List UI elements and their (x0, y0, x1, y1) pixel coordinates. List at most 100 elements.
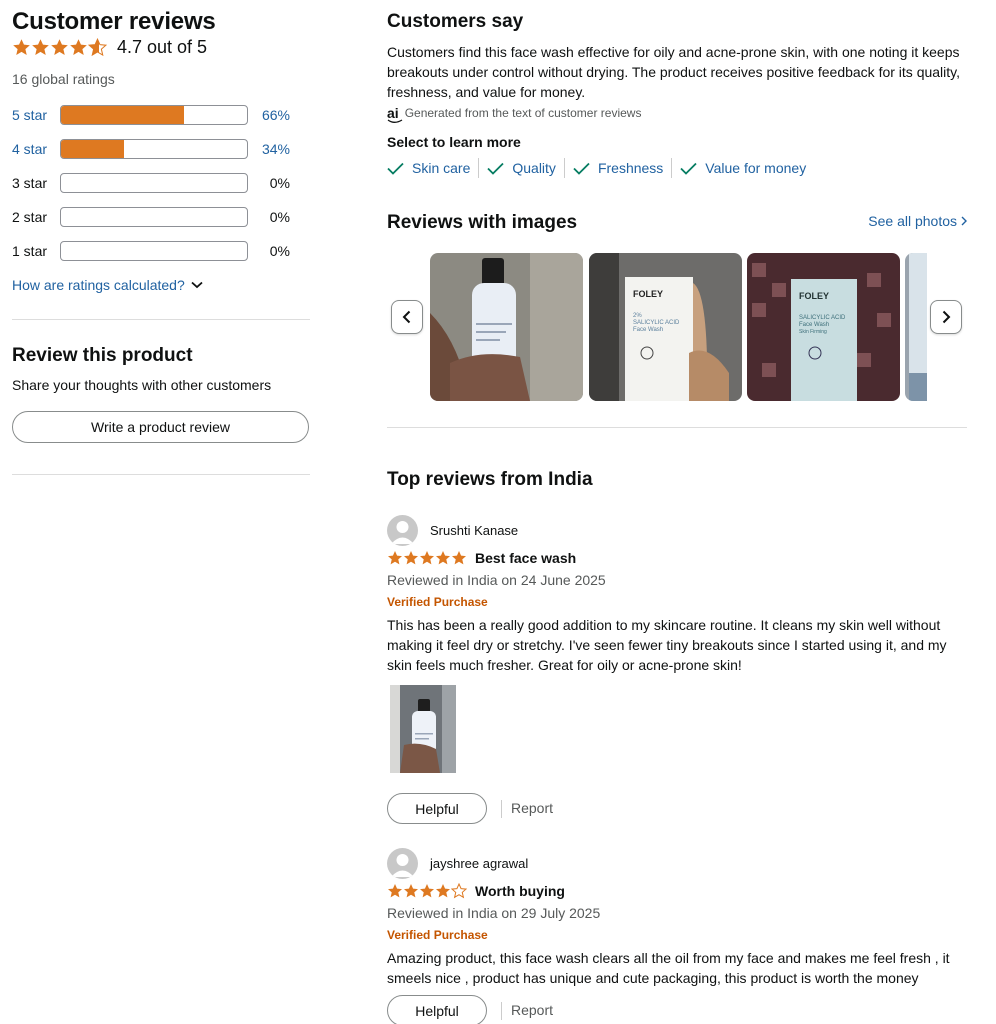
rating-stars (12, 38, 107, 57)
histogram-bar (60, 173, 248, 193)
reviewer-name[interactable]: jayshree agrawal (430, 856, 528, 871)
aspect-label[interactable]: Freshness (598, 160, 663, 176)
chevron-right-icon (961, 216, 967, 226)
how-ratings-calculated-link[interactable]: How are ratings calculated? (12, 277, 203, 293)
review-photo-thumbnail[interactable] (905, 253, 927, 401)
helpful-button[interactable]: Helpful (387, 995, 487, 1024)
product-label-product: Face Wash (633, 327, 663, 333)
histogram-bar (60, 207, 248, 227)
star-empty-icon (451, 883, 467, 899)
aspect-chip-skin-care[interactable]: Skin care (387, 160, 478, 176)
report-link[interactable]: Report (511, 1002, 553, 1018)
star-full-icon (51, 39, 68, 56)
histogram-label[interactable]: 4 star (12, 141, 60, 157)
customer-reviews-heading: Customer reviews (12, 8, 216, 35)
histogram-percent[interactable]: 34% (250, 141, 290, 157)
reviewer-profile[interactable]: jayshree agrawal (387, 848, 528, 879)
histogram-label: 3 star (12, 175, 48, 191)
review-photo-thumbnail[interactable] (390, 685, 456, 773)
star-half-icon (88, 38, 107, 57)
helpful-button[interactable]: Helpful (387, 793, 487, 824)
histogram-bar-fill (61, 106, 184, 124)
review-photo-thumbnail[interactable]: FOLEY 2% SALICYLIC ACID Face Wash (589, 253, 742, 401)
report-link[interactable]: Report (511, 800, 553, 816)
action-separator (501, 1002, 502, 1020)
user-icon (391, 854, 414, 877)
top-reviews-heading: Top reviews from India (387, 469, 593, 490)
see-all-photos-label[interactable]: See all photos (868, 213, 957, 229)
divider (12, 319, 310, 320)
action-separator (501, 800, 502, 818)
carousel-prev-button[interactable] (391, 300, 423, 334)
star-full-icon (436, 884, 450, 898)
reviews-with-images-heading: Reviews with images (387, 212, 578, 233)
aspect-chip-freshness[interactable]: Freshness (573, 160, 671, 176)
chip-separator (563, 158, 565, 178)
verified-purchase-badge: Verified Purchase (387, 595, 488, 609)
review-product-subtitle: Share your thoughts with other customers (12, 377, 272, 393)
checkmark-icon (387, 162, 404, 175)
customers-say-heading: Customers say (387, 11, 524, 32)
star-full-icon (436, 551, 450, 565)
review-body: Amazing product, this face wash clears a… (387, 950, 950, 986)
checkmark-icon (573, 162, 590, 175)
star-full-icon (388, 551, 402, 565)
product-photo-image: FOLEY SALICYLIC ACID Face Wash Skin Firm… (747, 253, 900, 401)
aspect-chip-quality[interactable]: Quality (487, 160, 564, 176)
checkmark-icon (680, 162, 697, 175)
histogram-label: 2 star (12, 209, 48, 225)
histogram-bar[interactable] (60, 139, 248, 159)
chevron-left-icon (402, 310, 411, 324)
reviewer-profile[interactable]: Srushti Kanase (387, 515, 518, 546)
review-rating[interactable]: Worth buying (387, 883, 565, 899)
rating-text: 4.7 out of 5 (117, 37, 208, 57)
review-title[interactable]: Best face wash (475, 550, 576, 566)
histogram-row-2-star: 2 star 0% (12, 206, 302, 228)
ai-note-text: Generated from the text of customer revi… (404, 106, 642, 120)
product-label-percent: 2% (633, 313, 642, 319)
review-photo-thumbnail[interactable] (430, 253, 583, 401)
ai-generated-note: ai Generated from the text of customer r… (387, 105, 642, 123)
histogram-bar-fill (61, 140, 125, 158)
carousel-next-button[interactable] (930, 300, 962, 334)
histogram-row-5-star[interactable]: 5 star 66% (12, 104, 302, 126)
star-full-icon (404, 551, 418, 565)
histogram-row-1-star: 1 star 0% (12, 240, 302, 262)
see-all-photos-link[interactable]: See all photos (868, 213, 967, 229)
how-ratings-label[interactable]: How are ratings calculated? (12, 277, 185, 293)
review-title[interactable]: Worth buying (475, 883, 565, 899)
product-photo-image: FOLEY 2% SALICYLIC ACID Face Wash (589, 253, 742, 401)
histogram-label: 1 star (12, 243, 48, 259)
star-full-icon (420, 551, 434, 565)
write-review-button[interactable]: Write a product review (12, 411, 309, 443)
reviewer-name[interactable]: Srushti Kanase (430, 523, 518, 538)
chip-separator (478, 158, 480, 178)
user-icon (391, 521, 414, 544)
average-rating[interactable]: 4.7 out of 5 (12, 37, 207, 58)
review-rating[interactable]: Best face wash (387, 550, 576, 566)
customers-say-summary: Customers find this face wash effective … (387, 44, 961, 100)
star-full-icon (420, 884, 434, 898)
histogram-row-4-star[interactable]: 4 star 34% (12, 138, 302, 160)
aspect-label[interactable]: Skin care (412, 160, 470, 176)
histogram-bar (60, 241, 248, 261)
product-photo-image (430, 253, 583, 401)
histogram-row-3-star: 3 star 0% (12, 172, 302, 194)
aspect-chip-value-for-money[interactable]: Value for money (680, 160, 814, 176)
histogram-percent[interactable]: 66% (250, 107, 290, 123)
histogram-bar[interactable] (60, 105, 248, 125)
histogram-label[interactable]: 5 star (12, 107, 60, 123)
star-full-icon (452, 551, 466, 565)
avatar[interactable] (387, 848, 418, 879)
star-full-icon (32, 39, 49, 56)
review-product-heading: Review this product (12, 345, 193, 366)
select-to-learn-more: Select to learn more (387, 134, 521, 150)
avatar[interactable] (387, 515, 418, 546)
global-ratings-count: 16 global ratings (12, 71, 115, 87)
histogram-percent: 0% (269, 175, 290, 191)
aspect-label[interactable]: Value for money (705, 160, 806, 176)
aspect-label[interactable]: Quality (512, 160, 556, 176)
star-full-icon (388, 884, 402, 898)
review-photo-thumbnail[interactable]: FOLEY SALICYLIC ACID Face Wash Skin Firm… (747, 253, 900, 401)
aspect-chips: Skin care Quality Freshness Value for mo… (387, 158, 814, 178)
